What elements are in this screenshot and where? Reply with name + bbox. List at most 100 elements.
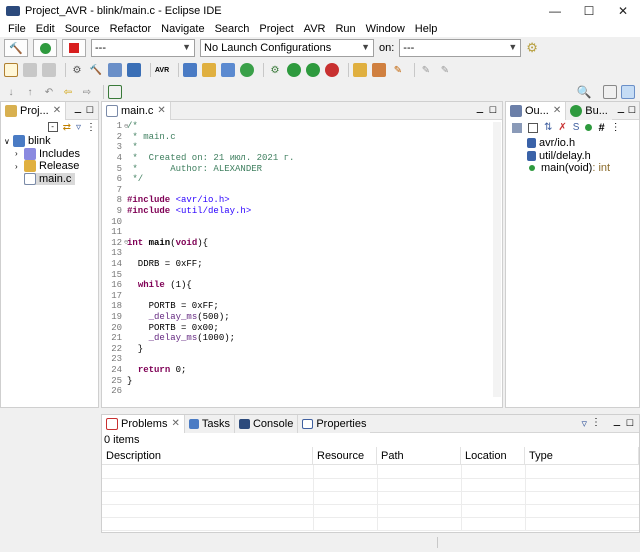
build-button[interactable]: 🔨 — [4, 39, 28, 57]
minimize-icon[interactable]: ⚊ — [476, 105, 484, 116]
fold-icon[interactable]: ⊖ — [124, 238, 128, 247]
menu-source[interactable]: Source — [60, 23, 105, 35]
menu-edit[interactable]: Edit — [31, 23, 60, 35]
launch-mode-select[interactable]: --- ▼ — [91, 39, 195, 57]
close-icon[interactable]: ✕ — [553, 105, 561, 116]
code-line[interactable]: 14 DDRB = 0xFF; — [102, 259, 202, 270]
view-menu-icon[interactable]: ⋮ — [591, 417, 601, 428]
outline-item-include-io[interactable]: avr/io.h — [527, 137, 575, 150]
new-source-file-icon[interactable] — [221, 63, 235, 77]
collapse-all-icon[interactable] — [528, 122, 538, 133]
code-line[interactable]: 12 int main(void){⊖ — [102, 238, 208, 249]
code-line[interactable]: 26 — [102, 386, 127, 397]
code-line[interactable]: 11 — [102, 227, 127, 238]
close-icon[interactable]: ✕ — [157, 105, 165, 116]
tab-properties[interactable]: Properties — [298, 414, 371, 433]
code-line[interactable]: 3 * — [102, 142, 138, 153]
clean-icon[interactable] — [108, 63, 122, 77]
code-line[interactable]: 17 — [102, 291, 127, 302]
close-icon[interactable]: ✕ — [171, 418, 179, 429]
menu-help[interactable]: Help — [410, 23, 443, 35]
open-task-icon[interactable]: ✎ — [391, 63, 405, 77]
code-line[interactable]: 2 * main.c — [102, 132, 176, 143]
tab-build-targets[interactable]: Bu... — [566, 101, 612, 120]
group-icon[interactable] — [512, 122, 522, 133]
code-line[interactable]: 8 #include <avr/io.h> — [102, 195, 230, 206]
code-line[interactable]: 9 #include <util/delay.h> — [102, 206, 252, 217]
minimize-icon[interactable]: ⚊ — [617, 105, 625, 116]
prev-annotation-icon[interactable]: ↑ — [23, 85, 37, 99]
maximize-icon[interactable]: ☐ — [86, 105, 94, 116]
code-line[interactable]: 21 _delay_ms(1000); — [102, 333, 235, 344]
annotation-icon[interactable]: ✎ — [419, 63, 433, 77]
code-line[interactable]: 10 — [102, 216, 127, 227]
open-type-icon[interactable] — [372, 63, 386, 77]
menu-navigate[interactable]: Navigate — [156, 23, 209, 35]
terminal-icon[interactable] — [127, 63, 141, 77]
column-path[interactable]: Path — [377, 447, 461, 465]
stop-button[interactable] — [62, 39, 86, 57]
menu-run[interactable]: Run — [330, 23, 360, 35]
column-resource[interactable]: Resource — [313, 447, 377, 465]
save-icon[interactable] — [23, 63, 37, 77]
column-type[interactable]: Type — [525, 447, 639, 465]
avr-upload-icon[interactable]: AVR — [155, 63, 169, 77]
menu-refactor[interactable]: Refactor — [105, 23, 157, 35]
fold-icon[interactable]: ⊖ — [124, 122, 128, 131]
open-folder-icon[interactable] — [353, 63, 367, 77]
new-cpp-project-icon[interactable] — [183, 63, 197, 77]
code-line[interactable]: 16 while (1){ — [102, 280, 192, 291]
debug-icon[interactable]: ⚙ — [268, 63, 282, 77]
tab-outline[interactable]: Ou... ✕ — [506, 101, 567, 120]
outline-item-include-delay[interactable]: util/delay.h — [527, 150, 591, 163]
tree-item-blink[interactable]: ∨ blink — [4, 135, 51, 148]
launch-config-select[interactable]: No Launch Configurations ▼ — [200, 39, 374, 57]
column-location[interactable]: Location — [461, 447, 525, 465]
menu-window[interactable]: Window — [361, 23, 410, 35]
code-line[interactable]: 20 PORTB = 0x00; — [102, 322, 219, 333]
external-tools-icon[interactable] — [325, 63, 339, 77]
tree-item-includes[interactable]: › Includes — [15, 147, 80, 161]
filter-icon[interactable]: ▿ — [581, 417, 587, 430]
filter-icon[interactable]: ▿ — [76, 122, 81, 133]
launch-target-select[interactable]: --- ▼ — [399, 39, 522, 57]
code-line[interactable]: 22 } — [102, 344, 143, 355]
code-line[interactable]: 18 PORTB = 0xFF; — [102, 301, 219, 312]
sort-icon[interactable]: ⇅ — [544, 122, 552, 133]
search-icon[interactable]: 🔍 — [577, 85, 592, 99]
menu-search[interactable]: Search — [210, 23, 255, 35]
view-menu-icon[interactable]: ⋮ — [86, 122, 96, 133]
next-annotation-icon[interactable]: ↓ — [4, 85, 18, 99]
column-description[interactable]: Description — [102, 447, 313, 465]
maximize-icon[interactable]: ☐ — [628, 105, 636, 116]
new-window-icon[interactable] — [108, 85, 122, 99]
collapse-all-icon[interactable]: - — [47, 122, 58, 132]
menu-file[interactable]: File — [3, 23, 31, 35]
hide-fields-icon[interactable]: ✗ — [558, 122, 566, 133]
code-line[interactable]: 23 — [102, 354, 127, 365]
link-editor-icon[interactable]: ⇄ — [63, 122, 71, 133]
build-icon[interactable]: 🔨 — [89, 63, 103, 77]
outline-item-main[interactable]: main(void) : int — [527, 162, 610, 175]
maximize-icon[interactable]: ☐ — [489, 105, 497, 116]
code-line[interactable]: 24 return 0; — [102, 365, 186, 376]
code-line[interactable]: 4 * Created on: 21 июл. 2021 г. — [102, 153, 295, 164]
code-line[interactable]: 6 */ — [102, 174, 144, 185]
menu-project[interactable]: Project — [254, 23, 298, 35]
launch-button[interactable] — [33, 39, 57, 57]
new-icon[interactable] — [4, 63, 18, 77]
maximize-icon[interactable]: ☐ — [626, 418, 634, 429]
back-icon[interactable]: ⇦ — [61, 85, 75, 99]
minimize-icon[interactable]: ⚊ — [74, 105, 82, 116]
code-line[interactable]: 7 — [102, 185, 127, 196]
new-class-icon[interactable] — [240, 63, 254, 77]
code-line[interactable]: 1/* ⊖ — [102, 121, 138, 132]
minimize-button[interactable]: — — [538, 0, 572, 21]
code-line[interactable]: 5 * Author: ALEXANDER — [102, 163, 262, 174]
save-all-icon[interactable] — [42, 63, 56, 77]
run-icon[interactable] — [287, 63, 301, 77]
perspective-icon[interactable] — [603, 85, 617, 99]
code-line[interactable]: 25} — [102, 375, 132, 386]
tab-console[interactable]: Console — [234, 414, 299, 433]
coverage-icon[interactable] — [306, 63, 320, 77]
